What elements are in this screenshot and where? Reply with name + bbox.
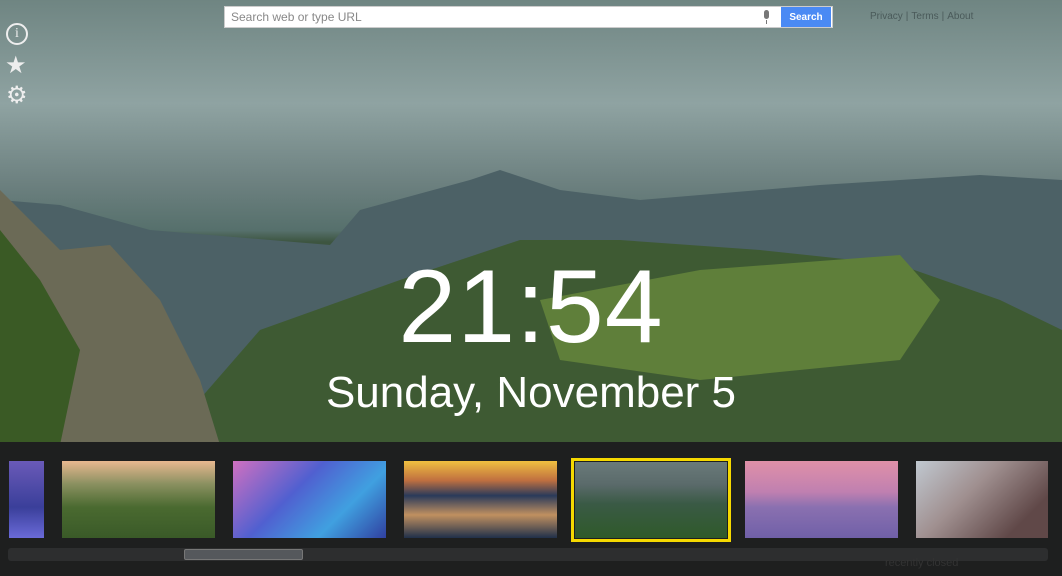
terms-link[interactable]: Terms — [911, 11, 938, 22]
wallpaper-thumbnail[interactable] — [9, 461, 44, 538]
gallery-scrollbar-thumb[interactable] — [184, 549, 303, 560]
about-link[interactable]: About — [947, 11, 973, 22]
wallpaper-thumbnail[interactable] — [745, 461, 898, 538]
info-icon[interactable]: i — [6, 23, 28, 45]
search-input[interactable] — [225, 10, 761, 24]
wallpaper-thumbnail[interactable] — [916, 461, 1048, 538]
wallpaper-thumbnail[interactable] — [233, 461, 386, 538]
privacy-link[interactable]: Privacy — [870, 11, 903, 22]
wallpaper-thumbnail[interactable] — [62, 461, 215, 538]
microphone-icon[interactable] — [761, 10, 771, 24]
search-bar: Search — [224, 6, 833, 28]
separator: | — [905, 11, 909, 22]
gear-icon[interactable]: ⚙ — [6, 84, 28, 108]
clock-time: 21:54 — [398, 249, 664, 365]
search-button[interactable]: Search — [781, 7, 831, 27]
wallpaper-thumbnail-selected[interactable] — [571, 458, 731, 542]
footer-links: Privacy | Terms | About — [870, 11, 973, 22]
star-icon[interactable]: ★ — [5, 54, 27, 78]
separator: | — [941, 11, 945, 22]
recently-closed-button[interactable]: recently closed — [885, 557, 958, 569]
clock-date: Sunday, November 5 — [325, 368, 737, 417]
wallpaper-thumbnail[interactable] — [404, 461, 557, 538]
